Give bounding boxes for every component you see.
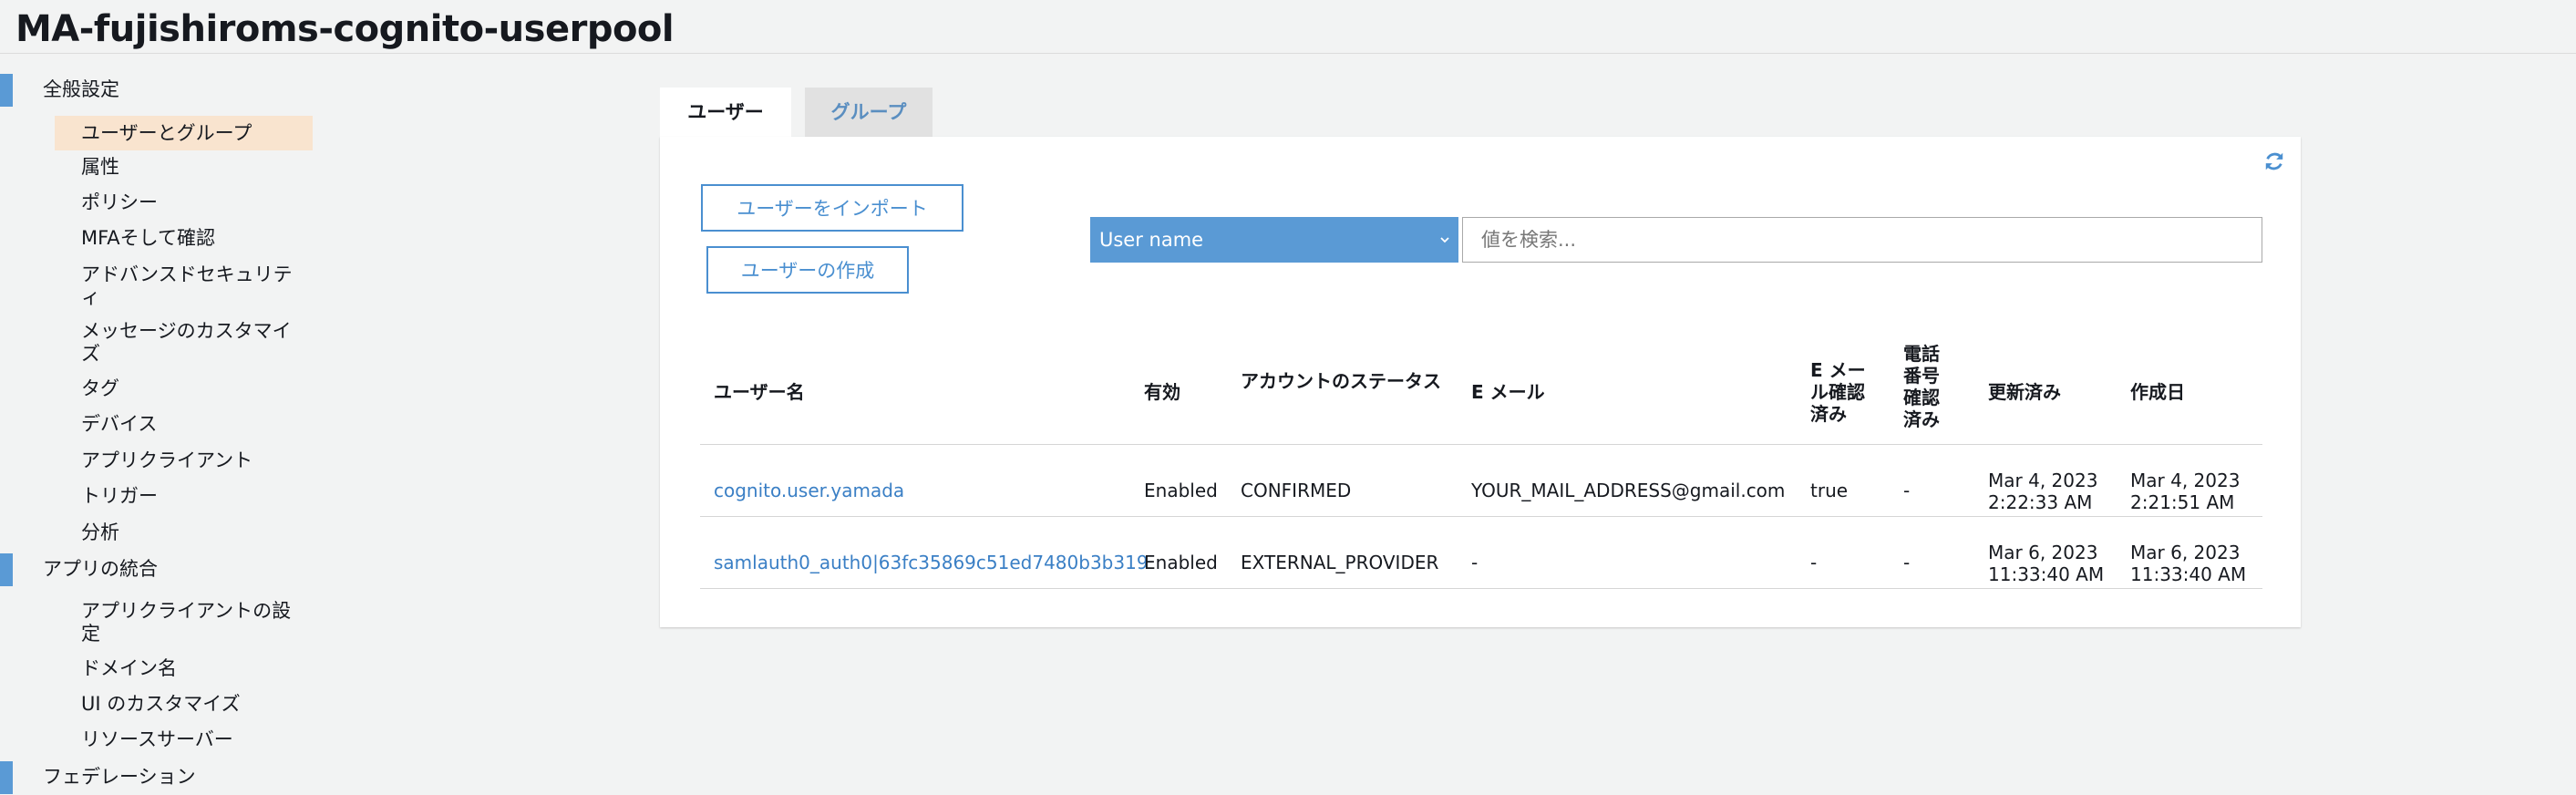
column-header-updated[interactable]: 更新済み bbox=[1988, 381, 2061, 403]
refresh-icon[interactable] bbox=[2262, 150, 2286, 173]
tab-groups[interactable]: グループ bbox=[805, 88, 933, 137]
sidebar-section-general[interactable]: 全般設定 bbox=[0, 71, 310, 108]
phone-verified-cell: - bbox=[1903, 480, 1911, 501]
page-title: MA-fujishiroms-cognito-userpool bbox=[15, 8, 675, 50]
username-link[interactable]: samlauth0_auth0|63fc35869c51ed7480b3b319 bbox=[714, 552, 1149, 573]
select-value: User name bbox=[1099, 229, 1204, 251]
sidebar-section-label: 全般設定 bbox=[43, 78, 119, 100]
sidebar-item-app-clients[interactable]: アプリクライアント bbox=[55, 449, 313, 472]
column-header-username[interactable]: ユーザー名 bbox=[714, 381, 805, 403]
status-cell: CONFIRMED bbox=[1241, 480, 1352, 501]
section-marker bbox=[0, 74, 13, 107]
column-header-created[interactable]: 作成日 bbox=[2130, 381, 2185, 403]
column-header-email-verified[interactable]: E メール確認済み bbox=[1810, 359, 1876, 425]
email-verified-cell: - bbox=[1810, 552, 1818, 573]
sidebar-item-ui-customization[interactable]: UI のカスタマイズ bbox=[55, 693, 313, 716]
column-header-phone-verified[interactable]: 電話番号確認済み bbox=[1903, 343, 1945, 430]
section-marker bbox=[0, 553, 13, 586]
create-user-button[interactable]: ユーザーの作成 bbox=[706, 246, 909, 294]
email-verified-cell: true bbox=[1810, 480, 1849, 501]
updated-cell: Mar 6, 2023 11:33:40 AM bbox=[1988, 542, 2105, 585]
sidebar-item-devices[interactable]: デバイス bbox=[55, 413, 313, 436]
email-cell: YOUR_MAIL_ADDRESS@gmail.com bbox=[1471, 480, 1786, 501]
users-panel: ユーザーをインポート ユーザーの作成 User name ユーザー名 有効 アカ… bbox=[660, 137, 2301, 627]
column-header-status[interactable]: アカウントのステータス bbox=[1241, 370, 1441, 392]
updated-cell: Mar 4, 2023 2:22:33 AM bbox=[1988, 470, 2098, 513]
row-divider bbox=[700, 588, 2262, 589]
column-header-email[interactable]: E メール bbox=[1471, 381, 1545, 403]
username-link[interactable]: cognito.user.yamada bbox=[714, 480, 904, 501]
sidebar-item-message-customization[interactable]: メッセージのカスタマイズ bbox=[55, 320, 301, 366]
title-divider bbox=[0, 53, 2576, 54]
phone-verified-cell: - bbox=[1903, 552, 1911, 573]
search-input[interactable] bbox=[1462, 217, 2262, 263]
email-cell: - bbox=[1471, 552, 1479, 573]
search-attribute-select[interactable]: User name bbox=[1090, 217, 1458, 263]
tab-users[interactable]: ユーザー bbox=[660, 88, 791, 137]
sidebar-item-app-client-settings[interactable]: アプリクライアントの設定 bbox=[55, 600, 301, 645]
created-cell: Mar 4, 2023 2:21:51 AM bbox=[2130, 470, 2241, 513]
enabled-cell: Enabled bbox=[1144, 480, 1218, 501]
sidebar-item-users-and-groups[interactable]: ユーザーとグループ bbox=[55, 116, 313, 150]
table-header-divider bbox=[700, 444, 2262, 445]
sidebar-item-policies[interactable]: ポリシー bbox=[55, 191, 313, 214]
sidebar-item-analytics[interactable]: 分析 bbox=[55, 521, 313, 544]
sidebar-item-tags[interactable]: タグ bbox=[55, 377, 313, 400]
enabled-cell: Enabled bbox=[1144, 552, 1218, 573]
row-divider bbox=[700, 516, 2262, 517]
column-header-enabled[interactable]: 有効 bbox=[1144, 381, 1180, 403]
status-cell: EXTERNAL_PROVIDER bbox=[1241, 552, 1439, 573]
sidebar-item-resource-servers[interactable]: リソースサーバー bbox=[55, 728, 313, 751]
sidebar-section-federation[interactable]: フェデレーション bbox=[0, 759, 310, 795]
sidebar-section-label: アプリの統合 bbox=[43, 558, 158, 580]
sidebar-item-advanced-security[interactable]: アドバンスドセキュリティ bbox=[55, 263, 301, 309]
sidebar-item-domain-name[interactable]: ドメイン名 bbox=[55, 657, 313, 680]
sidebar-section-app-integration[interactable]: アプリの統合 bbox=[0, 551, 310, 587]
sidebar-item-attributes[interactable]: 属性 bbox=[55, 156, 313, 179]
chevron-down-icon bbox=[1440, 237, 1449, 243]
sidebar-item-mfa[interactable]: MFAそして確認 bbox=[55, 227, 313, 250]
section-marker bbox=[0, 761, 13, 794]
created-cell: Mar 6, 2023 11:33:40 AM bbox=[2130, 542, 2247, 585]
sidebar-item-triggers[interactable]: トリガー bbox=[55, 485, 313, 508]
import-users-button[interactable]: ユーザーをインポート bbox=[701, 184, 963, 232]
sidebar-section-label: フェデレーション bbox=[43, 766, 196, 788]
